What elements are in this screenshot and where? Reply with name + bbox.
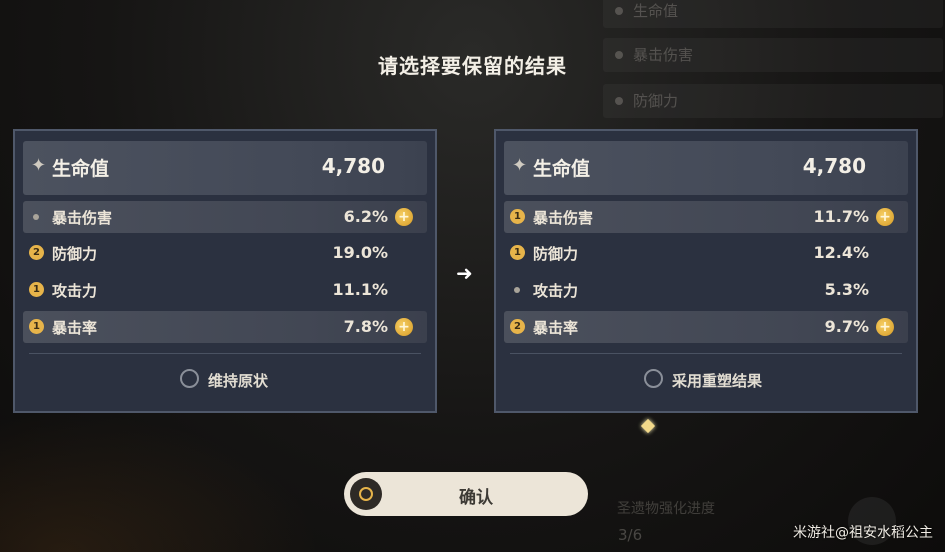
upgrade-count-badge: 2 <box>29 245 44 260</box>
radio-button[interactable] <box>180 369 199 388</box>
confirm-label: 确认 <box>459 488 493 508</box>
confirm-button[interactable]: 确认 <box>344 472 588 516</box>
bg-progress-count: 3/6 <box>618 526 643 544</box>
sub-stat-value: 11.1% <box>332 280 388 299</box>
plus-badge-icon: + <box>395 208 413 226</box>
main-stat-label: 生命值 <box>533 158 591 180</box>
sub-stat-row: 1 暴击伤害 11.7% + <box>504 201 908 233</box>
upgrade-count-badge: 1 <box>510 245 525 260</box>
plus-badge-icon: + <box>395 318 413 336</box>
background-glow <box>0 412 320 552</box>
sub-stat-row: 2 暴击率 9.7% + <box>504 311 908 343</box>
sub-stat-label: 暴击伤害 <box>533 209 594 227</box>
sub-stat-row: 2 防御力 19.0% <box>23 237 427 269</box>
sub-stat-value: 9.7% <box>824 317 869 336</box>
bg-stat-row: 生命值 <box>603 0 943 28</box>
plus-badge-icon: + <box>876 318 894 336</box>
sub-stat-label: 攻击力 <box>533 282 579 300</box>
sub-stat-value: 7.8% <box>343 317 388 336</box>
watermark: 米游社@祖安水稻公主 <box>793 525 933 541</box>
bullet-icon <box>33 214 39 220</box>
bg-bullet-icon <box>615 7 623 15</box>
sub-stat-value: 11.7% <box>813 207 869 226</box>
sub-stat-label: 暴击率 <box>533 319 579 337</box>
radio-button[interactable] <box>644 369 663 388</box>
sub-stat-value: 12.4% <box>813 243 869 262</box>
keep-original-label: 维持原状 <box>208 372 269 390</box>
arrow-right-icon: ➜ <box>456 261 473 285</box>
main-stat-value: 4,780 <box>802 154 866 178</box>
dialog-title: 请选择要保留的结果 <box>378 54 567 78</box>
sub-stat-value: 5.3% <box>824 280 869 299</box>
bg-stat-label: 防御力 <box>633 92 679 110</box>
sub-stat-row: 1 暴击率 7.8% + <box>23 311 427 343</box>
upgrade-count-badge: 2 <box>510 319 525 334</box>
main-stat-value: 4,780 <box>321 154 385 178</box>
four-point-star-icon: ✦ <box>512 155 528 176</box>
bg-stat-row: 防御力 <box>603 84 943 118</box>
upgrade-count-badge: 1 <box>510 209 525 224</box>
sub-stat-label: 防御力 <box>52 245 98 263</box>
bg-progress-label: 圣遗物强化进度 <box>617 501 715 517</box>
sub-stat-label: 防御力 <box>533 245 579 263</box>
main-stat-row: ✦ 生命值 4,780 <box>23 141 427 195</box>
use-reshaped-label: 采用重塑结果 <box>672 372 763 390</box>
sub-stat-value: 19.0% <box>332 243 388 262</box>
sub-stat-value: 6.2% <box>343 207 388 226</box>
plus-badge-icon: + <box>876 208 894 226</box>
original-result-panel[interactable]: ✦ 生命值 4,780 暴击伤害 6.2% + 2 防御力 19.0% 1 攻击… <box>13 129 437 413</box>
sub-stat-row: 1 防御力 12.4% <box>504 237 908 269</box>
sub-stat-label: 攻击力 <box>52 282 98 300</box>
sub-stat-label: 暴击伤害 <box>52 209 113 227</box>
reshaped-result-panel[interactable]: ✦ 生命值 4,780 1 暴击伤害 11.7% + 1 防御力 12.4% 攻… <box>494 129 918 413</box>
sub-stat-row: 攻击力 5.3% <box>504 274 908 306</box>
main-stat-row: ✦ 生命值 4,780 <box>504 141 908 195</box>
upgrade-count-badge: 1 <box>29 319 44 334</box>
four-point-star-icon: ✦ <box>31 155 47 176</box>
divider <box>29 353 421 354</box>
upgrade-count-badge: 1 <box>29 282 44 297</box>
main-stat-label: 生命值 <box>52 158 110 180</box>
sub-stat-label: 暴击率 <box>52 319 98 337</box>
divider <box>510 353 902 354</box>
sub-stat-row: 1 攻击力 11.1% <box>23 274 427 306</box>
bullet-icon <box>514 287 520 293</box>
bg-bullet-icon <box>615 97 623 105</box>
sub-stat-row: 暴击伤害 6.2% + <box>23 201 427 233</box>
bg-stat-label: 生命值 <box>633 2 679 20</box>
